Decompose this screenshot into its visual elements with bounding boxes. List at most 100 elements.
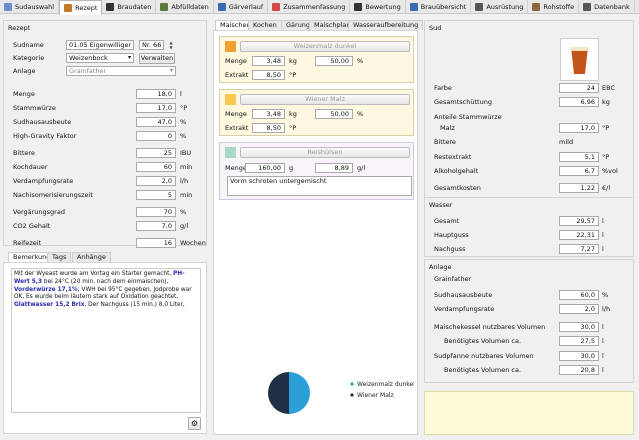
malt-pie-chart: Weizenmalz dunkel Wiener Malz [219, 356, 415, 428]
anlage-sp-ben-value: 20,8 [559, 365, 599, 375]
equipment-icon [475, 3, 484, 11]
recipe-row-unit: % [180, 208, 187, 216]
notes-text-1: Mit der Wyeast wurde am Vortag ein Start… [14, 271, 174, 277]
kategorie-select[interactable]: Weizenbock [66, 53, 134, 63]
tab-4[interactable]: Gärverlauf [214, 0, 269, 14]
recipe-row-input[interactable]: 2,0 [136, 176, 176, 186]
malt-name-button[interactable]: Weizenmalz dunkel [240, 41, 410, 52]
anlage-mk-unit: l [602, 323, 604, 331]
malt-menge-input[interactable]: 3,48 [252, 109, 285, 119]
malt-extrakt-label: Extrakt [225, 124, 249, 132]
sud-number-spinner[interactable]: ▲ ▼ [168, 40, 174, 50]
anlage-sp-ben-label: Benötigtes Volumen ca. [444, 366, 522, 374]
mash-tab-4[interactable]: Wasseraufbereitung [348, 20, 424, 30]
recipe-row-label: Vergärungsgrad [13, 208, 65, 216]
legend-marker [350, 382, 354, 386]
tab-label: Rohstoffe [543, 3, 575, 11]
recipe-row-label: Nachisomerisierungszeit [13, 191, 93, 199]
malt-name-button[interactable]: Wiener Malz [240, 94, 410, 105]
malt-extrakt-input[interactable]: 8,50 [252, 123, 285, 133]
recipe-row-unit: min [180, 163, 193, 171]
malt-pct-input[interactable]: 50,00 [315, 56, 353, 66]
kosten-value: 1,22 [559, 183, 599, 193]
notes-text[interactable]: Mit der Wyeast wurde am Vortag ein Start… [11, 268, 201, 413]
recipe-row-input[interactable]: 16 [136, 238, 176, 248]
recipe-row-label: Stammwürze [13, 104, 56, 112]
recipe-row-unit: % [180, 132, 187, 140]
anlage-mk-ben-label: Benötigtes Volumen ca. [444, 337, 522, 345]
tab-6[interactable]: Bewertung [350, 0, 406, 14]
alkohol-unit: %vol [602, 167, 618, 175]
recipe-row-label: Reifezeit [13, 239, 42, 247]
legend-label: Weizenmalz dunkel [357, 381, 414, 388]
additive-name-button[interactable]: Reishülsen [240, 147, 410, 158]
additive-gl-input[interactable]: 8,89 [315, 163, 353, 173]
malz-label: Malz [440, 124, 455, 132]
sud-group: Sud Farbe 24 EBC Gesamtschüttung 6,96 kg… [424, 20, 634, 201]
notes-text-4: , Der Nachguss (15 min.) 8,0 Liter, [84, 302, 185, 309]
tab-1[interactable]: Rezept [59, 0, 103, 15]
anlage-sp-value: 30,0 [559, 351, 599, 361]
restextrakt-label: Restextrakt [434, 153, 472, 161]
tab-7[interactable]: Brauübersicht [406, 0, 472, 14]
malt-pct-input[interactable]: 50,00 [315, 109, 353, 119]
additive-menge-unit: g [289, 164, 294, 172]
tab-9[interactable]: Rohstoffe [528, 0, 580, 14]
anlage-mk-ben-unit: l [602, 337, 604, 345]
recipe-row-input[interactable]: 18,0 [136, 89, 176, 99]
tab-tags[interactable]: Tags [47, 252, 72, 262]
tab-label: Gärverlauf [228, 3, 264, 11]
recipe-row-input[interactable]: 70 [136, 207, 176, 217]
malt-pct-unit: % [357, 110, 364, 118]
tab-5[interactable]: Zusammenfassung [268, 0, 351, 14]
tab-anhaenge[interactable]: Anhänge [72, 252, 111, 262]
recipe-row-input[interactable]: 60 [136, 162, 176, 172]
additive-note-input[interactable]: Vorm schroten untergemischt [227, 176, 412, 196]
database-icon [583, 3, 592, 11]
additive-gl-unit: g/l [357, 164, 366, 172]
malt-extrakt-input[interactable]: 8,50 [252, 70, 285, 80]
tab-3[interactable]: Abfülldaten [156, 0, 214, 14]
recipe-row-unit: IBU [180, 149, 192, 157]
recipe-row-unit: g/l [180, 222, 189, 230]
anlage-select[interactable]: Grainfather [66, 66, 176, 76]
anlage-sha-unit: % [602, 291, 609, 299]
recipe-group-title: Rezept [8, 24, 31, 32]
malt-card: Wiener Malz Menge 3,48 kg 50,00% Extrakt 8,50 °… [219, 89, 414, 136]
recipe-row-input[interactable]: 17,0 [136, 103, 176, 113]
verwalten-button[interactable]: Verwalten [139, 53, 175, 64]
malt-menge-input[interactable]: 3,48 [252, 56, 285, 66]
recipe-row-label: CO2 Gehalt [13, 222, 51, 230]
anlage-group-title: Anlage [429, 263, 452, 271]
legend-label: Wiener Malz [357, 392, 394, 399]
recipe-row-input[interactable]: 0 [136, 131, 176, 141]
pie-slice [289, 372, 310, 414]
legend-marker [350, 393, 354, 397]
mash-tab-1[interactable]: Kochen [248, 20, 282, 30]
schuettung-value: 6,96 [559, 97, 599, 107]
recipe-row-input[interactable]: 47,0 [136, 117, 176, 127]
sud-number-input[interactable]: Nr. 66 [139, 40, 164, 50]
tab-10[interactable]: Datenbank [579, 0, 635, 14]
kategorie-label: Kategorie [13, 54, 45, 62]
chart-icon [217, 3, 226, 11]
main-tab-bar: Sudauswahl Rezept Braudaten Abfülldaten Gärv… [0, 0, 639, 15]
tab-2[interactable]: Braudaten [102, 0, 157, 14]
tab-8[interactable]: Ausrüstung [471, 0, 529, 14]
recipe-row-input[interactable]: 7,0 [136, 221, 176, 231]
notes-settings-button[interactable]: ⚙ [188, 417, 201, 430]
additive-menge-input[interactable]: 160,00 [245, 163, 285, 173]
anlage-mk-label: Maischekessel nutzbares Volumen [434, 323, 546, 331]
sudname-input[interactable]: 01.05 Eigenwilliger Herma [66, 40, 134, 50]
recipe-row-input[interactable]: 5 [136, 190, 176, 200]
recipe-group: Rezept Sudname 01.05 Eigenwilliger Herma… [3, 20, 207, 248]
recipe-row-input[interactable]: 25 [136, 148, 176, 158]
malt-extrakt-label: Extrakt [225, 71, 249, 79]
malt-pie-svg: Weizenmalz dunkel Wiener Malz [268, 372, 415, 414]
malt-color-swatch [225, 94, 236, 105]
malt-menge-label: Menge [225, 57, 247, 65]
wasser-row-label: Gesamt [434, 217, 460, 225]
anlage-sha-value: 60,0 [559, 290, 599, 300]
recipe-row-unit: min [180, 191, 193, 199]
tab-0[interactable]: Sudauswahl [0, 0, 60, 14]
